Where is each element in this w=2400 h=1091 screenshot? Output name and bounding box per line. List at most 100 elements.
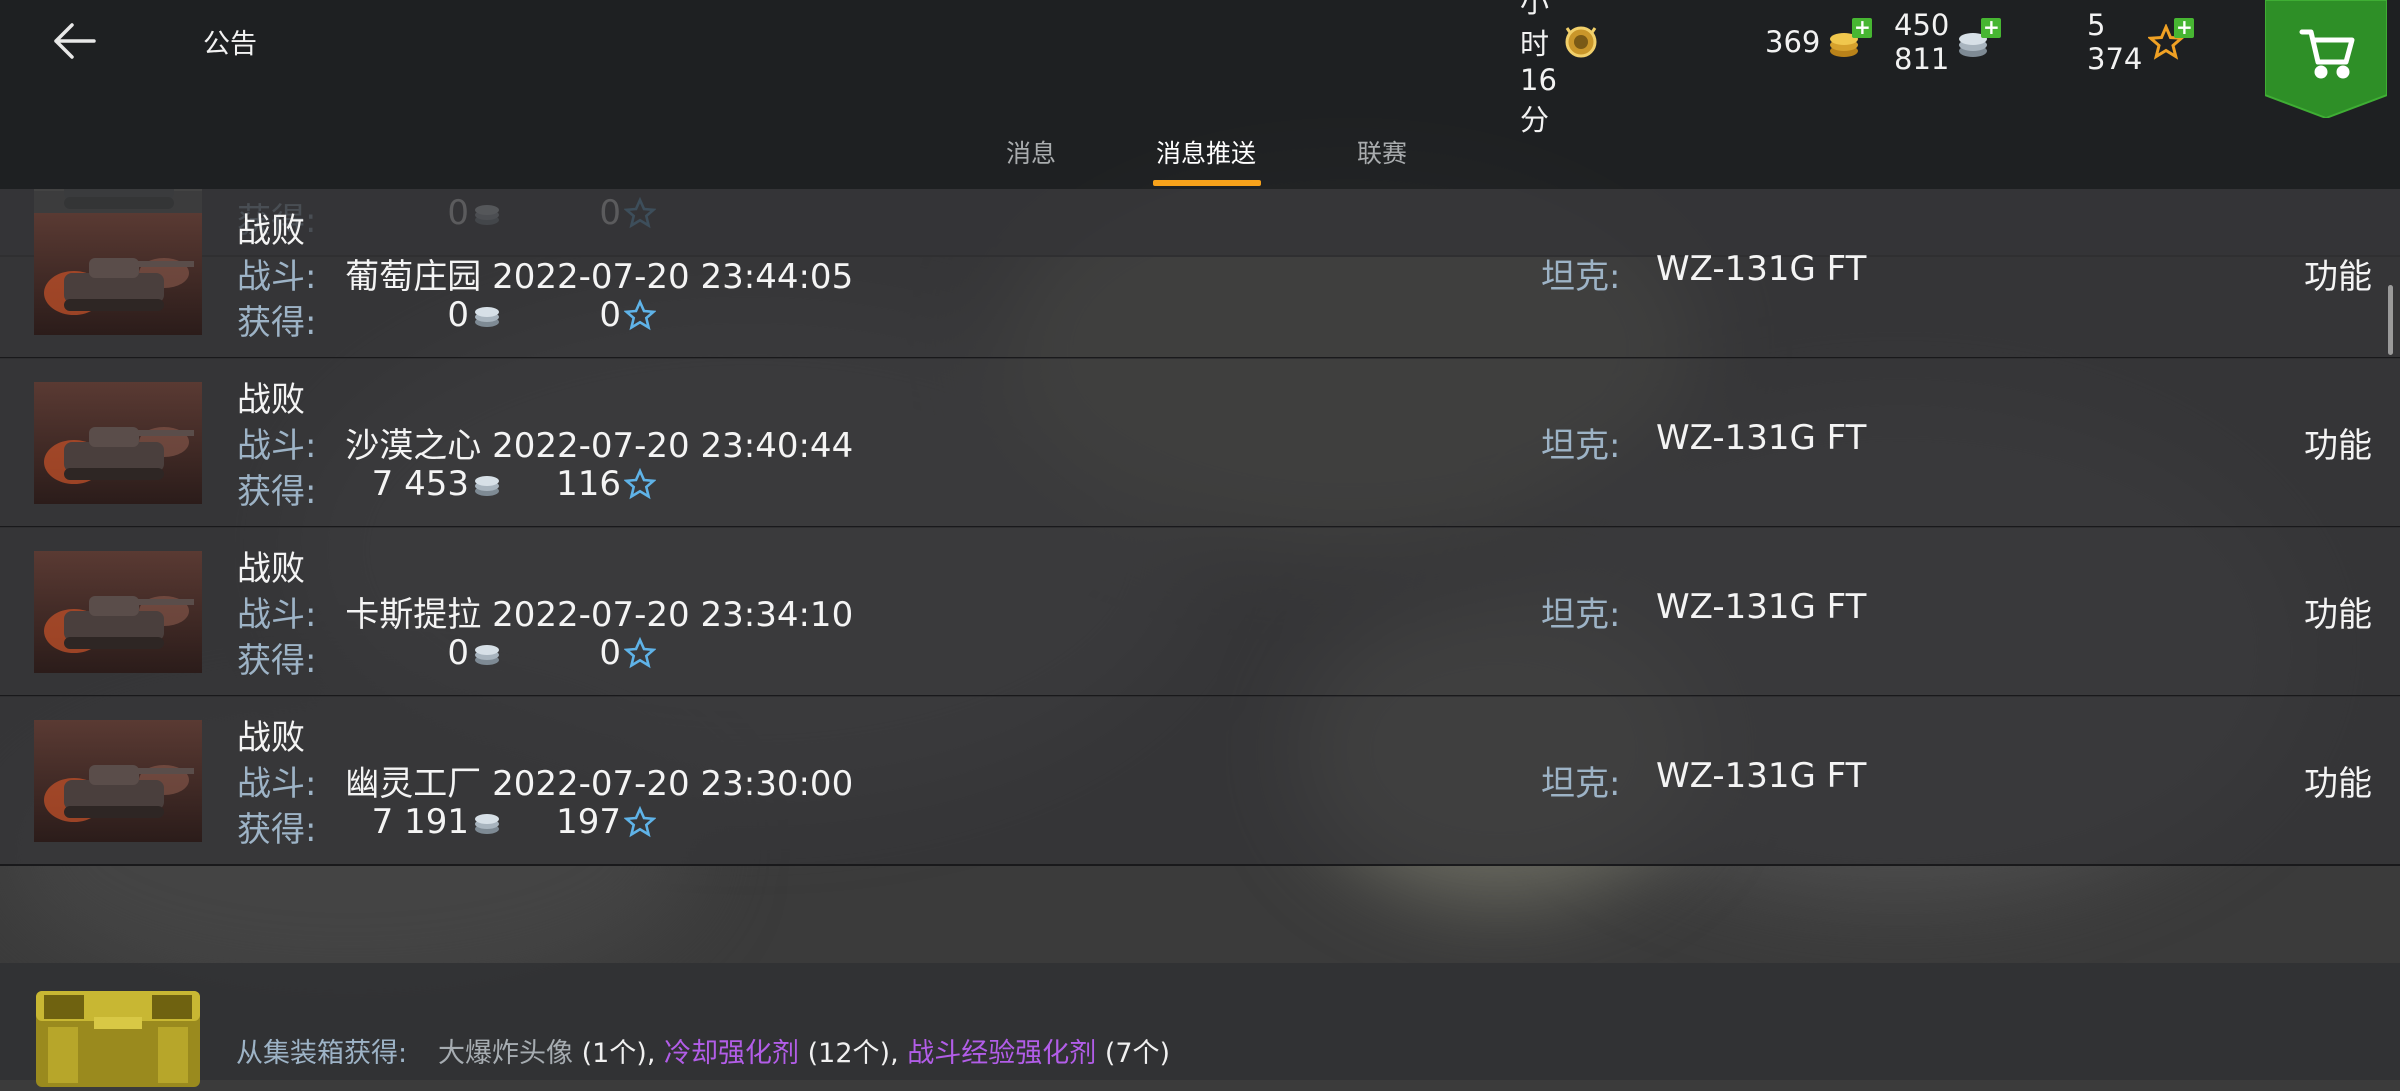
premium-medal-icon	[1563, 24, 1599, 60]
tank-thumbnail	[34, 213, 202, 335]
tab-messages[interactable]: 消息	[1006, 134, 1056, 170]
free-xp-balance[interactable]: 5 374 +	[2087, 8, 2195, 76]
arrow-left-icon	[54, 23, 96, 59]
earned-info: 获得:	[237, 633, 316, 682]
tank-label: 坦克:	[1541, 257, 1621, 297]
page-title: 公告	[203, 29, 257, 60]
star-icon	[624, 468, 656, 500]
battle-datetime: 2022-07-20 23:44:05	[492, 257, 854, 297]
xp-value: 0	[599, 295, 621, 335]
function-button[interactable]: 功能	[2304, 587, 2372, 636]
battle-info: 战斗: 幽灵工厂 2022-07-20 23:30:00	[237, 756, 853, 805]
star-icon: +	[2147, 17, 2195, 60]
xp-value: 0	[599, 633, 621, 673]
xp-earned: 197	[520, 802, 621, 842]
gold-coins-icon: +	[1826, 17, 1873, 60]
xp-icon-wrap	[622, 295, 656, 335]
xp-value: 116	[556, 464, 621, 504]
credits-earned: 7 453	[336, 464, 469, 504]
tank-thumbnail	[34, 720, 202, 842]
premium-timer[interactable]: 23小时 16分	[1520, 0, 1599, 137]
active-tab-indicator	[1153, 180, 1261, 186]
silver-coins-icon	[475, 476, 499, 496]
add-gold-icon[interactable]: +	[1852, 17, 1873, 38]
top-bar: 公告 23小时 16分 369 +	[0, 0, 2400, 189]
tank-label: 坦克:	[1541, 764, 1621, 804]
tab-league[interactable]: 联赛	[1357, 134, 1407, 170]
tank-thumbnail	[34, 382, 202, 504]
map-name: 幽灵工厂	[345, 764, 482, 804]
earned-info: 获得:	[237, 802, 316, 851]
battle-report-row[interactable]: 战败 战斗: 沙漠之心 2022-07-20 23:40:44 获得: 7 45…	[0, 358, 2400, 528]
free-xp-amount: 5 374	[2087, 8, 2143, 76]
credits-value: 0	[447, 633, 469, 673]
xp-earned: 0	[520, 295, 621, 335]
function-button[interactable]: 功能	[2304, 756, 2372, 805]
map-name: 葡萄庄园	[345, 257, 482, 297]
tank-label: 坦克:	[1541, 595, 1621, 635]
battle-label: 战斗:	[237, 764, 317, 804]
battle-info: 战斗: 沙漠之心 2022-07-20 23:40:44	[237, 418, 853, 467]
credits-icon-wrap	[470, 464, 502, 504]
battle-result: 战败	[237, 211, 305, 251]
xp-earned: 0	[520, 633, 621, 673]
tank-name: WZ-131G FT	[1656, 249, 1867, 289]
earned-label: 获得:	[237, 641, 317, 681]
battle-info: 战斗: 卡斯提拉 2022-07-20 23:34:10	[237, 587, 853, 636]
star-icon	[624, 299, 656, 331]
credits-value: 7 191	[371, 802, 469, 842]
function-button[interactable]: 功能	[2304, 249, 2372, 298]
battle-report-row[interactable]: 战败 战斗: 幽灵工厂 2022-07-20 23:30:00 获得: 7 19…	[0, 696, 2400, 866]
battle-datetime: 2022-07-20 23:40:44	[492, 426, 854, 466]
add-silver-icon[interactable]: +	[1981, 17, 2002, 38]
silver-coins-icon: +	[1955, 17, 2002, 60]
back-button[interactable]	[50, 20, 100, 62]
function-button[interactable]: 功能	[2304, 418, 2372, 467]
battle-result: 战败	[237, 718, 305, 758]
premium-timer-text: 23小时 16分	[1520, 0, 1557, 137]
tank-name: WZ-131G FT	[1656, 756, 1867, 796]
earned-label: 获得:	[237, 810, 317, 850]
silver-coins-icon	[475, 645, 499, 665]
xp-value: 197	[556, 802, 621, 842]
tank-name: WZ-131G FT	[1656, 587, 1867, 627]
battle-report-row[interactable]: 战败 战斗: 卡斯提拉 2022-07-20 23:34:10 获得: 0 0 …	[0, 527, 2400, 697]
scrollbar[interactable]	[2388, 285, 2393, 355]
silver-coins-icon	[475, 307, 499, 327]
battle-info: 战斗: 葡萄庄园 2022-07-20 23:44:05	[237, 249, 853, 298]
tab-push-messages[interactable]: 消息推送	[1156, 134, 1256, 170]
credits-earned: 0	[336, 295, 469, 335]
silver-balance[interactable]: 450 811 +	[1894, 8, 2002, 76]
xp-earned: 116	[520, 464, 621, 504]
battle-result: 战败	[237, 380, 305, 420]
credits-value: 0	[447, 295, 469, 335]
map-name: 沙漠之心	[345, 426, 482, 466]
tank-thumbnail	[34, 551, 202, 673]
credits-icon-wrap	[470, 802, 502, 842]
battle-report-row[interactable]: 战败 战斗: 葡萄庄园 2022-07-20 23:44:05 获得: 0 0 …	[0, 189, 2400, 359]
credits-earned: 7 191	[336, 802, 469, 842]
silver-amount: 450 811	[1894, 8, 1950, 76]
gold-balance[interactable]: 369 +	[1765, 17, 1873, 64]
battle-label: 战斗:	[237, 257, 317, 297]
credits-icon-wrap	[470, 295, 502, 335]
shop-button[interactable]	[2264, 0, 2388, 120]
star-icon	[624, 637, 656, 669]
earned-info: 获得:	[237, 464, 316, 513]
xp-icon-wrap	[622, 802, 656, 842]
silver-coins-icon	[475, 814, 499, 834]
add-free-xp-icon[interactable]: +	[2174, 17, 2195, 38]
earned-label: 获得:	[237, 472, 317, 512]
tank-name: WZ-131G FT	[1656, 418, 1867, 458]
battle-datetime: 2022-07-20 23:34:10	[492, 595, 854, 635]
xp-icon-wrap	[622, 464, 656, 504]
xp-icon-wrap	[622, 633, 656, 673]
earned-label: 获得:	[237, 303, 317, 343]
battle-datetime: 2022-07-20 23:30:00	[492, 764, 854, 804]
battle-label: 战斗:	[237, 426, 317, 466]
battle-report-list[interactable]: 战斗: 古老秘境 2022-07-20 23:46:22 获得: 0 0 坦克:…	[0, 189, 2400, 1080]
tank-label: 坦克:	[1541, 426, 1621, 466]
battle-label: 战斗:	[237, 595, 317, 635]
credits-icon-wrap	[470, 633, 502, 673]
credits-earned: 0	[336, 633, 469, 673]
